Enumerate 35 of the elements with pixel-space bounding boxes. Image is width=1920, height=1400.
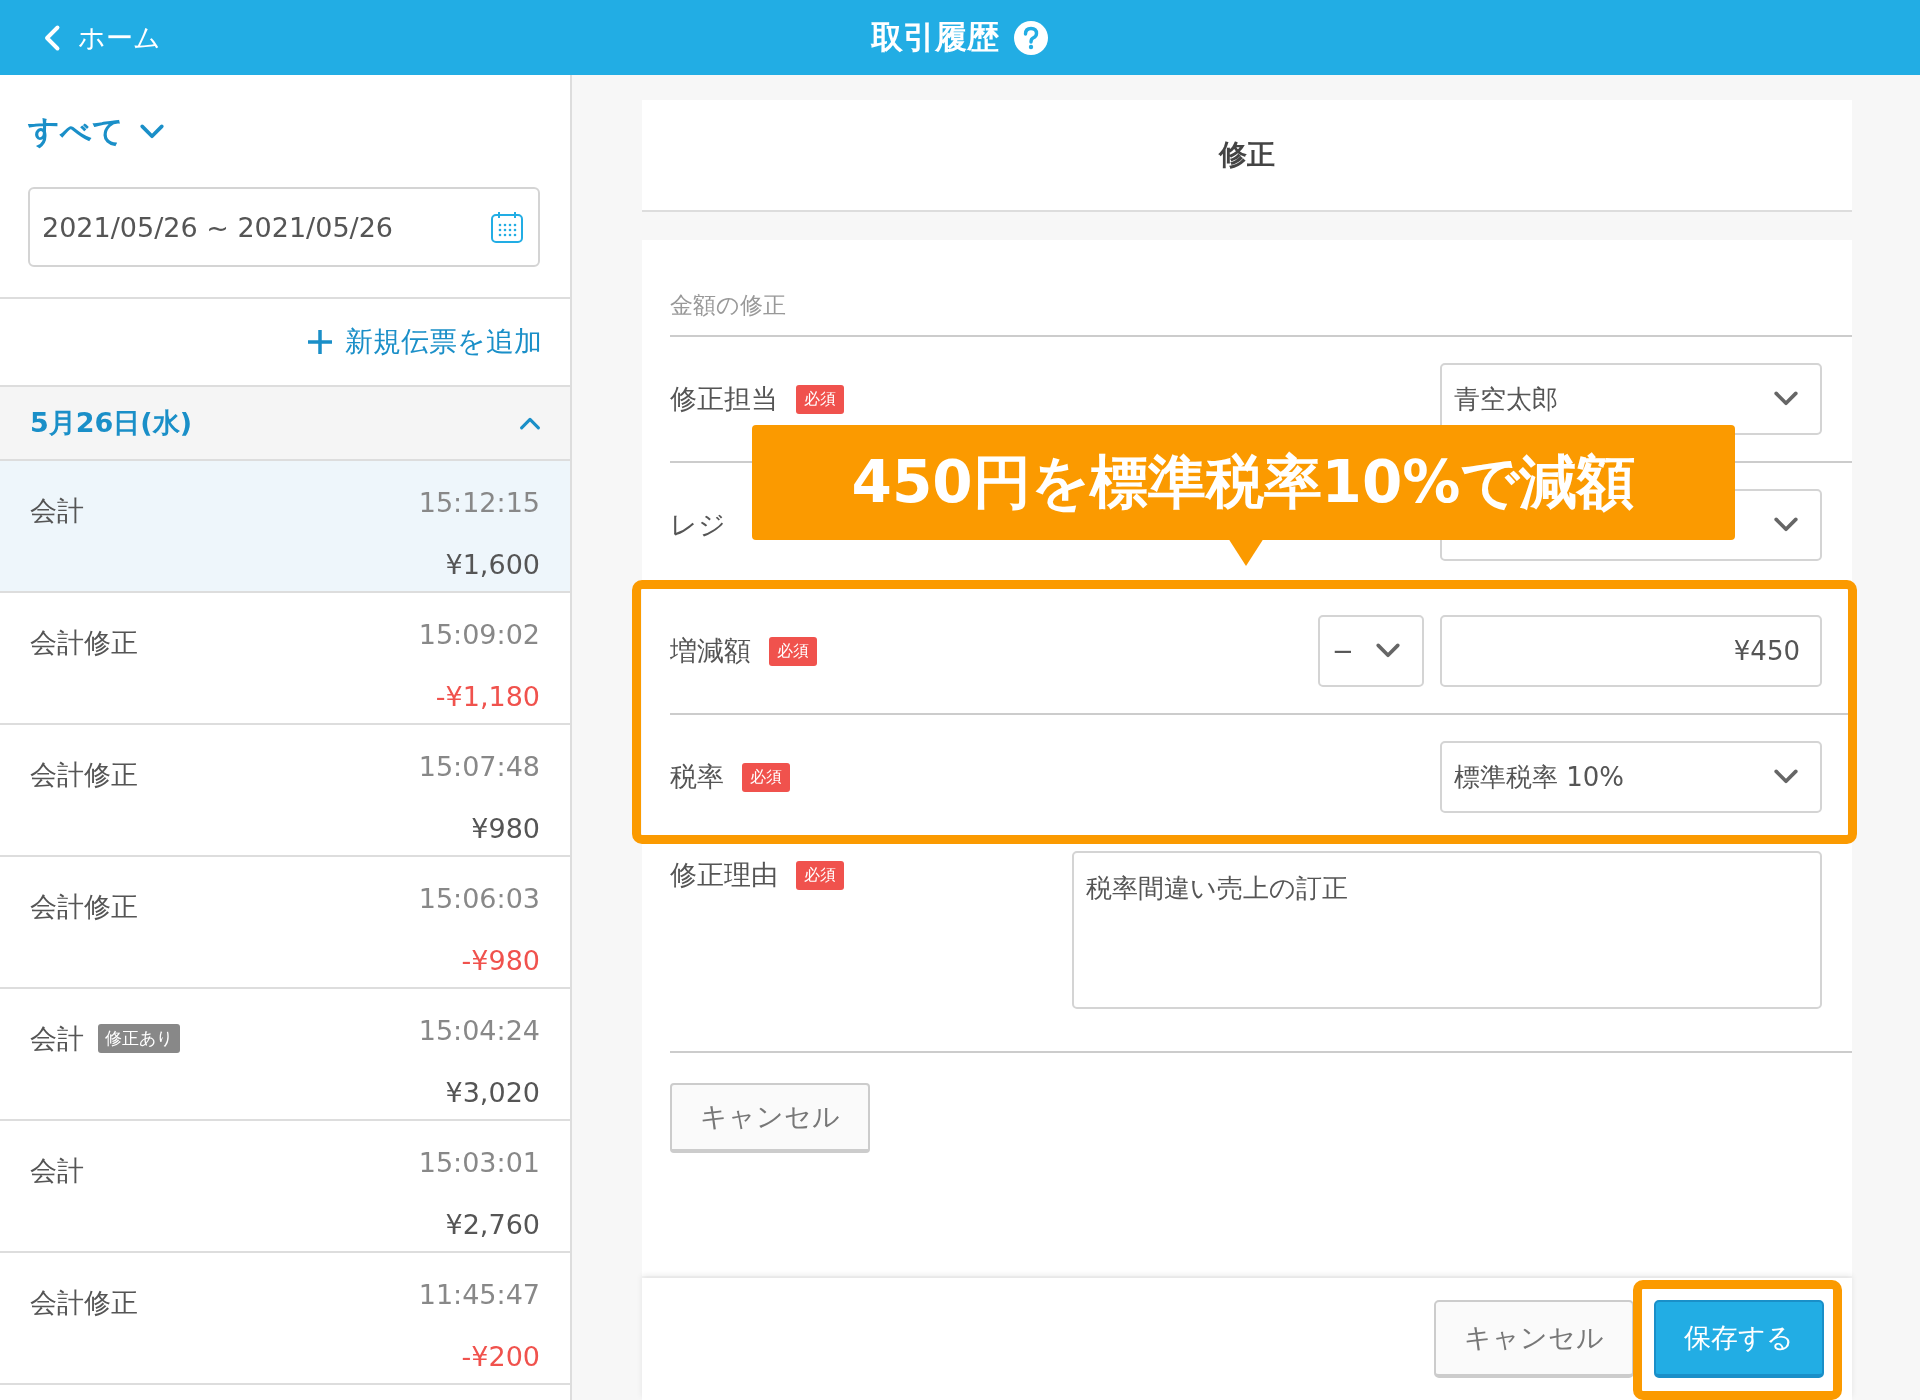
transaction-amount: ¥980 xyxy=(470,812,540,846)
panel-title: 修正 xyxy=(1219,137,1275,173)
transaction-amount: ¥3,020 xyxy=(444,1076,540,1110)
transaction-title: 会計修正 xyxy=(30,625,138,660)
transaction-time: 11:45:47 xyxy=(418,1279,540,1312)
transaction-amount: ¥2,760 xyxy=(444,1208,540,1242)
transaction-time: 15:03:01 xyxy=(418,1147,540,1180)
field-label: 税率 xyxy=(670,760,724,794)
field-label: 修正理由 xyxy=(670,858,778,892)
page-title: 取引履歴 xyxy=(871,16,999,58)
transaction-amount: -¥200 xyxy=(460,1340,540,1374)
transaction-time: 15:12:15 xyxy=(418,487,540,520)
required-badge: 必須 xyxy=(769,636,817,666)
required-badge: 必須 xyxy=(796,384,844,414)
field-label: レジ xyxy=(670,508,726,542)
required-badge: 必須 xyxy=(796,860,844,890)
section-heading: 金額の修正 xyxy=(670,290,1852,337)
annotation-tooltip: 450円を標準税率10%で減額 xyxy=(752,425,1735,540)
transaction-title: 会計 xyxy=(30,1021,84,1056)
corrected-badge: 修正あり xyxy=(98,1024,180,1054)
transaction-amount: -¥1,180 xyxy=(434,680,540,714)
transaction-title: 会計修正 xyxy=(30,889,138,924)
field-label: 増減額 xyxy=(670,634,751,668)
transaction-time: 15:09:02 xyxy=(418,619,540,652)
transaction-title: 会計修正 xyxy=(30,757,138,792)
transaction-amount: -¥980 xyxy=(460,944,540,978)
transaction-amount: ¥1,600 xyxy=(444,548,540,582)
transaction-time: 15:04:24 xyxy=(418,1015,540,1048)
transaction-title: 会計 xyxy=(30,1153,84,1188)
transaction-title: 会計修正 xyxy=(30,1285,138,1320)
required-badge: 必須 xyxy=(742,762,790,792)
transaction-title: 会計 xyxy=(30,493,84,528)
transaction-time: 15:06:03 xyxy=(418,883,540,916)
transaction-time: 15:07:48 xyxy=(418,751,540,784)
field-label: 修正担当 xyxy=(670,382,778,416)
